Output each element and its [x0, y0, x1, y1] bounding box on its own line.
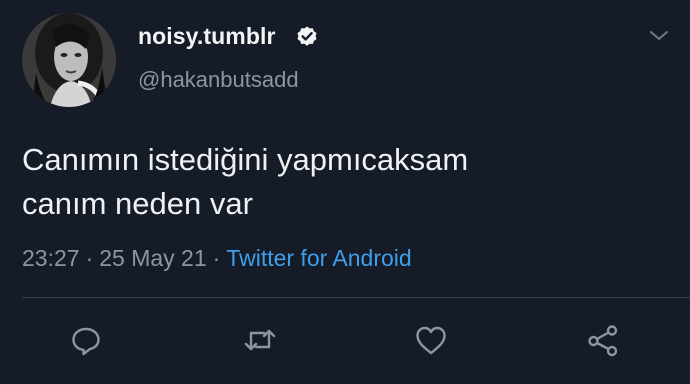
chevron-down-icon[interactable] [647, 28, 671, 44]
like-button[interactable] [413, 322, 449, 358]
user-handle[interactable]: @hakanbutsadd [138, 67, 299, 93]
verified-badge-icon [297, 26, 317, 46]
tweet-date[interactable]: 25 May 21 [99, 245, 206, 271]
tweet-metadata: 23:27 · 25 May 21 · Twitter for Android [22, 245, 412, 272]
meta-separator: · [212, 245, 221, 271]
tweet-card: noisy.tumblr @hakanbutsadd Canımın isted… [0, 0, 690, 384]
retweet-button[interactable] [242, 322, 278, 358]
reply-icon [72, 327, 100, 356]
avatar[interactable] [22, 13, 116, 107]
avatar-image [22, 13, 116, 107]
tweet-text-line-2: canım neden var [22, 186, 253, 221]
share-icon [588, 325, 618, 357]
meta-separator: · [85, 245, 94, 271]
tweet-source-link[interactable]: Twitter for Android [226, 245, 411, 271]
retweet-icon [244, 329, 276, 351]
tweet-text: Canımın istediğini yapmıcaksam canım ned… [22, 138, 662, 226]
heart-icon [416, 326, 446, 355]
display-name[interactable]: noisy.tumblr [138, 23, 276, 50]
tweet-text-line-1: Canımın istediğini yapmıcaksam [22, 142, 469, 177]
reply-button[interactable] [68, 322, 104, 358]
share-button[interactable] [585, 322, 621, 358]
divider [22, 297, 690, 298]
tweet-time[interactable]: 23:27 [22, 245, 80, 271]
